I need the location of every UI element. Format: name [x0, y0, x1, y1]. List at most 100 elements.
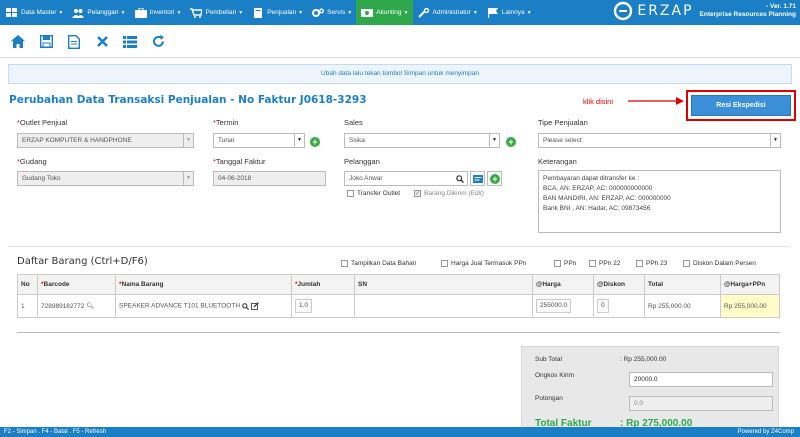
potongan-input[interactable]: 0.0 [629, 396, 773, 411]
col-nama: *Nama Barang [115, 274, 292, 295]
money-icon [361, 8, 374, 17]
col-harga: @Harga [532, 274, 594, 295]
option-ppn-22[interactable]: PPn 22 [589, 260, 620, 267]
transfer-outlet-checkbox[interactable]: Transfer Outlet [347, 190, 400, 197]
nav-item-servis[interactable]: Servis ▾ [307, 0, 356, 25]
harga-input[interactable]: 255000.0 [536, 299, 572, 313]
nama-value: SPEAKER ADVANCE T101 BLUETOOTH [119, 302, 241, 310]
tagline-text: Enterprise Resources Planning [699, 11, 796, 18]
termin-value: Tunai [218, 137, 235, 144]
cell-jumlah[interactable]: 1.0 [291, 294, 355, 318]
checkbox-box [341, 260, 348, 267]
termin-select[interactable]: Tunai ▼ [213, 133, 305, 148]
keterangan-line: BCA, AN: ERZAP, AC: 000000000000 [543, 185, 653, 192]
nav-item-administrator[interactable]: Administrator ▾ [413, 0, 482, 25]
subtotal-value: : Rp 255,000.00 [620, 356, 667, 363]
search-icon[interactable] [242, 302, 249, 310]
tipe-penjualan-select[interactable]: Please select ▼ [538, 133, 781, 148]
search-icon[interactable]: 🔍︎ [86, 303, 94, 310]
close-icon [96, 36, 108, 47]
option-tampilkan-bahan[interactable]: Tampilkan Data Bahan [341, 260, 416, 267]
diskon-input[interactable]: 0 [597, 299, 609, 313]
cell-harga[interactable]: 255000.0 [532, 294, 594, 318]
gudang-select[interactable]: Gudang Toko ▼ [17, 171, 194, 186]
nav-label: Lainnya [501, 9, 525, 16]
option-diskon-persen[interactable]: Diskon Dalam Persen [683, 260, 756, 267]
search-icon[interactable] [456, 175, 464, 183]
home-icon [11, 35, 25, 48]
tipe-label-text: Tipe Penjualan [538, 118, 588, 127]
option-pph-23[interactable]: PPh 23 [636, 260, 667, 267]
gudang-label-text: Gudang [19, 157, 47, 166]
outlet-select[interactable]: ERZAP KOMPUTER & HANDPHONE ▼ [17, 133, 194, 148]
sales-select[interactable]: Siska ▼ [344, 133, 500, 148]
termin-label: *Termin [213, 118, 239, 127]
option-label: PPn 22 [599, 260, 621, 268]
cell-barcode[interactable]: 728989182772 🔍︎ [37, 294, 116, 318]
grid-icon [6, 7, 17, 17]
nav-item-inventori[interactable]: Inventori ▾ [130, 0, 186, 25]
col-jumlah: *Jumlah [291, 274, 355, 295]
col-no: No [17, 274, 38, 295]
nav-item-lainnya[interactable]: Lainnya ▾ [482, 0, 536, 25]
cell-diskon[interactable]: 0 [593, 294, 645, 318]
col-jumlah-label: Jumlah [297, 281, 321, 288]
resi-ekspedisi-button[interactable]: Resi Ekspedisi [691, 95, 791, 116]
summary-panel: Sub Total : Rp 255,000.00 Ongkos Kirim 2… [521, 346, 779, 437]
ongkos-kirim-input[interactable]: 20000.0 [629, 372, 773, 387]
barang-dikirim-checkbox[interactable]: ✓ Barang Dikirim (Edit) [414, 190, 484, 197]
card-icon [473, 175, 483, 183]
edit-icon[interactable] [251, 302, 259, 310]
nav-item-pembelian[interactable]: Pembelian ▾ [185, 0, 247, 25]
nav-item-penjualan[interactable]: Penjualan ▾ [247, 0, 307, 25]
checkbox-box [636, 260, 643, 267]
option-harga-termasuk-ppn[interactable]: Harga Jual Termasuk PPn [441, 260, 526, 267]
chevron-down-icon: ▼ [489, 134, 499, 147]
document-icon [68, 34, 80, 49]
nav-item-pelanggan[interactable]: Pelanggan ▾ [67, 0, 129, 25]
gudang-value: Gudang Toko [22, 175, 61, 182]
pelanggan-input[interactable]: Joko Anwar [344, 171, 468, 186]
chevron-down-icon: ▼ [294, 134, 304, 147]
daftar-barang-title: Daftar Barang (Ctrl+D/F6) [17, 256, 148, 267]
barcode-value: 728989182772 [41, 303, 85, 310]
cell-sn[interactable] [354, 294, 533, 318]
customer-card-button[interactable] [470, 171, 485, 186]
tanggal-faktur-input[interactable]: 04-06-2018 [213, 171, 326, 186]
nav-item-data-master[interactable]: Data Master ▾ [0, 0, 67, 25]
col-diskon: @Diskon [593, 274, 645, 295]
version-text: - Ver. 1.71 [766, 3, 796, 10]
chevron-down-icon: ▼ [183, 134, 193, 147]
home-button[interactable] [4, 28, 32, 56]
cancel-button[interactable] [88, 28, 116, 56]
highlight-box: Resi Ekspedisi [686, 90, 796, 121]
cell-no: 1 [17, 294, 38, 318]
list-button[interactable] [116, 28, 144, 56]
new-document-button[interactable] [60, 28, 88, 56]
option-ppn[interactable]: PPn [554, 260, 576, 267]
checkbox-box [683, 260, 690, 267]
add-termin-button[interactable]: + [310, 137, 320, 147]
jumlah-input[interactable]: 1.0 [295, 299, 313, 313]
barang-dikirim-note: (Edit) [468, 190, 484, 198]
pelanggan-label: Pelanggan [344, 157, 380, 166]
refresh-button[interactable] [144, 28, 172, 56]
keterangan-line: BAN MANDIRI, AN: ERZAP, AC: 000000000 [543, 195, 671, 202]
briefcase-icon [134, 7, 147, 18]
cell-total: Rp 255,000.00 [644, 294, 721, 318]
keterangan-label: Keterangan [538, 157, 577, 166]
add-sales-button[interactable]: + [506, 137, 516, 147]
nav-label: Pembelian [205, 9, 237, 16]
save-button[interactable] [32, 28, 60, 56]
nav-item-akunting[interactable]: Akunting ▾ [356, 0, 413, 25]
keterangan-textarea[interactable]: Pembayaran dapat ditransfer ke : BCA, AN… [538, 170, 781, 233]
add-pelanggan-button[interactable]: + [487, 171, 502, 186]
chevron-down-icon: ▾ [404, 10, 408, 16]
sales-value: Siska [349, 137, 365, 144]
status-bar: F2 - Simpan . F4 - Batal . F5 - Refresh … [0, 427, 800, 437]
cell-nama[interactable]: SPEAKER ADVANCE T101 BLUETOOTH [115, 294, 292, 318]
toolbar [0, 26, 800, 58]
chevron-down-icon: ▾ [239, 10, 243, 16]
table-row[interactable]: 1 728989182772 🔍︎ SPEAKER ADVANCE T101 B… [17, 294, 780, 318]
option-label: PPn [564, 260, 577, 268]
